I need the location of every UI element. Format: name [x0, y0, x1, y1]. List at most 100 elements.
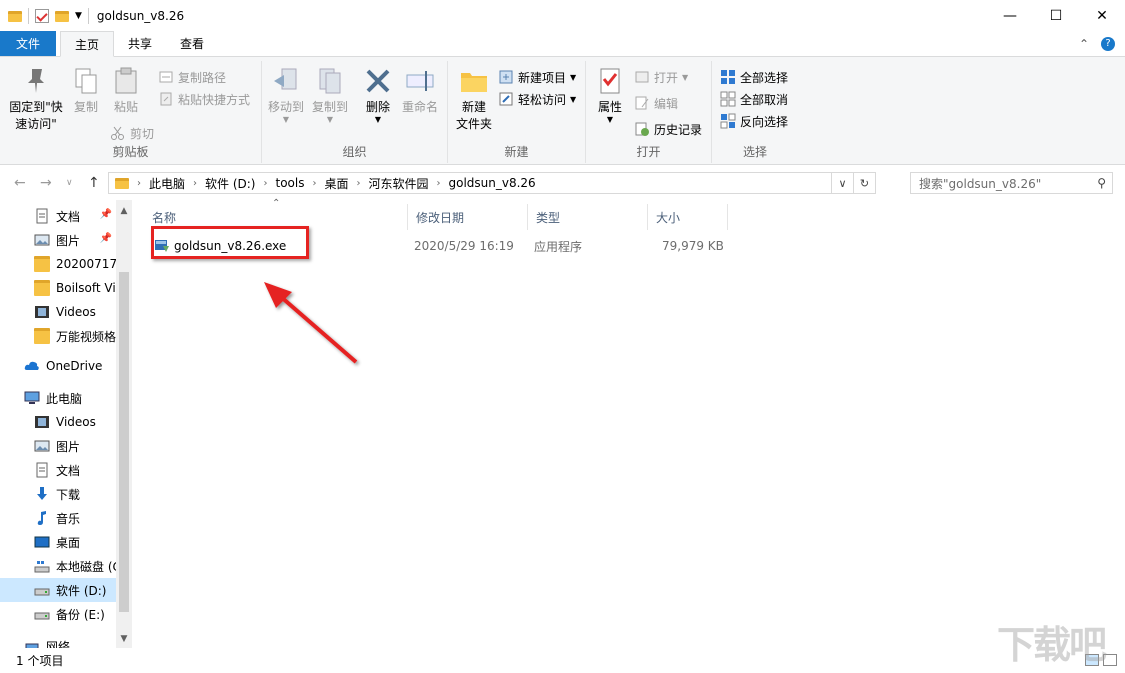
- column-header-size[interactable]: 大小: [648, 204, 728, 230]
- new-folder-button[interactable]: 新建 文件夹: [452, 65, 496, 133]
- nav-item-label: OneDrive: [46, 359, 103, 373]
- nav-item-videos-quick[interactable]: Videos: [0, 300, 116, 324]
- breadcrumb-hedong[interactable]: 河东软件园: [368, 175, 428, 192]
- breadcrumb-current[interactable]: goldsun_v8.26: [449, 176, 536, 190]
- search-placeholder: 搜索"goldsun_v8.26": [919, 176, 1042, 191]
- cut-button[interactable]: 剪切: [110, 123, 154, 143]
- close-button[interactable]: ✕: [1079, 0, 1125, 32]
- breadcrumb-arrow-icon[interactable]: ›: [137, 178, 141, 189]
- nav-item-this-pc[interactable]: 此电脑: [0, 386, 116, 410]
- address-history-dropdown-icon[interactable]: ∨: [831, 173, 853, 193]
- nav-item-desktop[interactable]: 桌面: [0, 530, 116, 554]
- nav-scrollbar[interactable]: ▲ ▼: [116, 200, 132, 648]
- address-bar[interactable]: › 此电脑 › 软件 (D:) › tools › 桌面 › 河东软件园 › g…: [108, 172, 876, 194]
- copy-to-button[interactable]: 复制到 ▼: [308, 65, 352, 124]
- scrollbar-thumb[interactable]: [119, 272, 129, 612]
- copy-button[interactable]: 复制: [66, 65, 106, 116]
- paste-shortcut-button[interactable]: 粘贴快捷方式: [158, 89, 250, 109]
- nav-item-network[interactable]: 网络: [0, 634, 116, 648]
- select-group-label: 选择: [742, 145, 767, 159]
- select-all-button[interactable]: 全部选择: [720, 67, 788, 87]
- delete-dropdown-icon: ▼: [374, 115, 382, 124]
- scroll-down-icon[interactable]: ▼: [116, 634, 132, 644]
- pin-label-2: 速访问": [15, 117, 57, 131]
- maximize-button[interactable]: ☐: [1033, 0, 1079, 32]
- breadcrumb-arrow-icon[interactable]: ›: [356, 178, 360, 189]
- nav-item-music[interactable]: 音乐: [0, 506, 116, 530]
- up-arrow-icon[interactable]: ↑: [88, 175, 100, 191]
- minimize-button[interactable]: —: [987, 0, 1033, 32]
- pin-quick-access-button[interactable]: 固定到"快 速访问": [6, 65, 66, 133]
- nav-item-drive-d[interactable]: 软件 (D:): [0, 578, 116, 602]
- help-icon[interactable]: ?: [1101, 36, 1115, 51]
- collapse-ribbon-icon[interactable]: ⌃: [1079, 37, 1089, 51]
- back-arrow-icon[interactable]: ←: [14, 175, 26, 191]
- new-item-button[interactable]: 新建项目 ▼: [498, 67, 576, 87]
- cloud-icon: [24, 361, 39, 370]
- copy-label: 复制: [73, 100, 98, 114]
- select-none-button[interactable]: 全部取消: [720, 89, 788, 109]
- item-count: 1 个项目: [16, 654, 64, 668]
- customize-dropdown-icon[interactable]: ▼: [75, 11, 82, 21]
- breadcrumb-arrow-icon[interactable]: ›: [193, 178, 197, 189]
- column-header-type[interactable]: 类型: [528, 204, 648, 230]
- properties-check-icon[interactable]: [35, 9, 49, 23]
- copy-path-button[interactable]: 复制路径: [158, 67, 226, 87]
- nav-item-downloads[interactable]: 下载: [0, 482, 116, 506]
- nav-item-pictures[interactable]: 图片 📌: [0, 228, 116, 252]
- select-none-icon: [720, 91, 736, 107]
- copy-to-dropdown-icon: ▼: [326, 115, 334, 124]
- breadcrumb-tools[interactable]: tools: [275, 176, 304, 190]
- nav-item-label: 此电脑: [46, 391, 83, 406]
- nav-item-drive-e[interactable]: 备份 (E:): [0, 602, 116, 626]
- search-icon[interactable]: ⚲: [1097, 176, 1106, 190]
- nav-item-folder-video-format[interactable]: 万能视频格: [0, 324, 116, 348]
- large-icons-view-icon[interactable]: [1103, 654, 1117, 666]
- paste-icon: [115, 67, 137, 94]
- tab-file[interactable]: 文件: [0, 31, 56, 56]
- delete-button[interactable]: 删除 ▼: [358, 65, 398, 124]
- paste-shortcut-icon: [160, 92, 172, 106]
- nav-item-documents[interactable]: 文档 📌: [0, 204, 116, 228]
- history-button[interactable]: 历史记录: [634, 119, 702, 139]
- nav-item-onedrive[interactable]: OneDrive: [0, 354, 116, 378]
- nav-item-videos[interactable]: Videos: [0, 410, 116, 434]
- nav-item-drive-c[interactable]: 本地磁盘 (C: [0, 554, 116, 578]
- rename-button[interactable]: 重命名: [398, 65, 442, 116]
- search-input[interactable]: 搜索"goldsun_v8.26" ⚲: [910, 172, 1113, 194]
- breadcrumb-arrow-icon[interactable]: ›: [263, 178, 267, 189]
- invert-selection-button[interactable]: 反向选择: [720, 111, 788, 131]
- nav-item-folder-20200717[interactable]: 20200717: [0, 252, 116, 276]
- new-folder-icon: [461, 73, 487, 92]
- properties-button[interactable]: 属性 ▼: [590, 65, 630, 124]
- easy-access-button[interactable]: 轻松访问 ▼: [498, 89, 576, 109]
- breadcrumb-desktop[interactable]: 桌面: [324, 175, 348, 192]
- refresh-icon[interactable]: ↻: [853, 173, 875, 193]
- breadcrumb-this-pc[interactable]: 此电脑: [149, 175, 185, 192]
- nav-item-label: 音乐: [56, 511, 81, 526]
- recent-dropdown-icon[interactable]: ∨: [66, 178, 73, 188]
- delete-x-icon: [366, 69, 390, 93]
- status-bar: 1 个项目: [0, 648, 1125, 673]
- file-list: ⌃ 名称 修改日期 类型 大小 goldsun_v8.26.exe 2020/5…: [132, 198, 1125, 648]
- nav-item-folder-boilsoft[interactable]: Boilsoft Vi: [0, 276, 116, 300]
- open-label: 打开: [654, 70, 679, 85]
- nav-item-documents-pc[interactable]: 文档: [0, 458, 116, 482]
- tab-share[interactable]: 共享: [114, 31, 166, 56]
- paste-button[interactable]: 粘贴: [106, 65, 146, 116]
- open-button[interactable]: 打开 ▼: [634, 67, 688, 87]
- breadcrumb-drive-d[interactable]: 软件 (D:): [205, 175, 255, 192]
- desktop-icon: [34, 536, 50, 548]
- scroll-up-icon[interactable]: ▲: [116, 206, 132, 216]
- new-folder-icon[interactable]: [55, 10, 69, 22]
- tab-view[interactable]: 查看: [166, 31, 218, 56]
- move-to-button[interactable]: 移动到 ▼: [264, 65, 308, 124]
- easy-access-icon: [499, 92, 513, 106]
- forward-arrow-icon[interactable]: →: [40, 175, 52, 191]
- column-header-date[interactable]: 修改日期: [408, 204, 528, 230]
- breadcrumb-arrow-icon[interactable]: ›: [312, 178, 316, 189]
- edit-button[interactable]: 编辑: [634, 93, 678, 113]
- breadcrumb-arrow-icon[interactable]: ›: [437, 178, 441, 189]
- tab-home[interactable]: 主页: [60, 31, 115, 57]
- nav-item-pictures-pc[interactable]: 图片: [0, 434, 116, 458]
